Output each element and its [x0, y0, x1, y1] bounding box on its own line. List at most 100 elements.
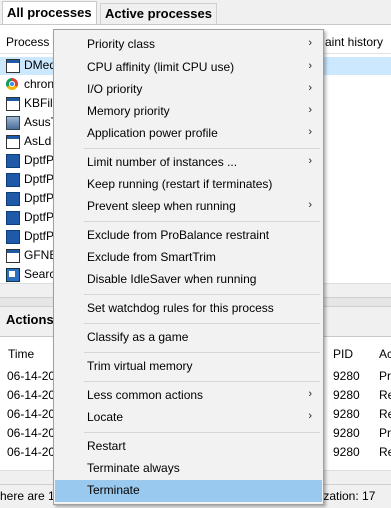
menu-separator	[84, 294, 320, 295]
table-row[interactable]: DptfP	[0, 151, 60, 170]
menu-item-disable-idlesaver[interactable]: Disable IdleSaver when running	[55, 269, 322, 291]
menu-item-locate[interactable]: Locate ›	[55, 407, 322, 429]
menu-separator	[84, 148, 320, 149]
menu-item-cpu-affinity[interactable]: CPU affinity (limit CPU use) ›	[55, 57, 322, 79]
menu-item-terminate-always[interactable]: Terminate always	[55, 458, 322, 480]
menu-item-watchdog-rules[interactable]: Set watchdog rules for this process	[55, 298, 322, 320]
submenu-arrow-icon: ›	[308, 104, 312, 116]
menu-item-restart[interactable]: Restart	[55, 436, 322, 458]
menu-item-label: Less common actions	[87, 388, 204, 402]
menu-item-terminate[interactable]: Terminate	[55, 480, 322, 502]
chrome-icon	[6, 78, 18, 90]
submenu-arrow-icon: ›	[308, 82, 312, 94]
menu-item-less-common-actions[interactable]: Less common actions ›	[55, 385, 322, 407]
process-name: chron	[24, 77, 55, 91]
menu-separator	[84, 381, 320, 382]
submenu-arrow-icon: ›	[308, 155, 312, 167]
menu-item-prevent-sleep[interactable]: Prevent sleep when running ›	[55, 196, 322, 218]
table-row[interactable]: Searc	[0, 265, 60, 284]
menu-item-label: Set watchdog rules for this process	[87, 301, 274, 315]
submenu-arrow-icon: ›	[308, 60, 312, 72]
process-name: DptfP	[24, 153, 55, 167]
process-column-header[interactable]: Process	[6, 35, 49, 49]
menu-item-label: Terminate always	[87, 461, 180, 475]
menu-item-label: Trim virtual memory	[87, 359, 193, 373]
menu-item-label: Exclude from ProBalance restraint	[87, 228, 270, 242]
window-icon	[6, 135, 20, 149]
tab-all-processes[interactable]: All processes	[2, 1, 97, 24]
process-name: DptfP	[24, 191, 55, 205]
submenu-arrow-icon: ›	[308, 410, 312, 422]
menu-item-keep-running[interactable]: Keep running (restart if terminates)	[55, 174, 322, 196]
menu-item-label: I/O priority	[87, 82, 143, 96]
status-text-left: here are 1	[0, 489, 55, 503]
action-time: 06-14-20	[7, 426, 56, 440]
table-row[interactable]: chron	[0, 75, 60, 94]
process-name: DptfP	[24, 172, 55, 186]
menu-item-memory-priority[interactable]: Memory priority ›	[55, 101, 322, 123]
action-pid: 9280	[333, 426, 360, 440]
process-name: AsLd	[24, 134, 52, 148]
action-type: Re	[379, 388, 391, 402]
process-name: DptfP	[24, 210, 55, 224]
blue-square-icon	[6, 154, 20, 168]
action-time: 06-14-20	[7, 445, 56, 459]
menu-item-limit-instances[interactable]: Limit number of instances ... ›	[55, 152, 322, 174]
action-type: Re	[379, 445, 391, 459]
table-row[interactable]: DptfP	[0, 227, 60, 246]
menu-item-label: Prevent sleep when running	[87, 199, 236, 213]
menu-item-label: Exclude from SmartTrim	[87, 250, 216, 264]
menu-item-exclude-smarttrim[interactable]: Exclude from SmartTrim	[55, 247, 322, 269]
process-name: KBFil	[24, 96, 53, 110]
action-column-header[interactable]: Ac	[379, 347, 391, 361]
blue-square-icon	[6, 211, 20, 225]
table-row[interactable]: AsLd	[0, 132, 60, 151]
tab-active-processes[interactable]: Active processes	[100, 3, 217, 24]
asus-icon	[6, 116, 20, 130]
menu-item-label: Disable IdleSaver when running	[87, 272, 257, 286]
action-pid: 9280	[333, 407, 360, 421]
menu-item-trim-virtual-memory[interactable]: Trim virtual memory	[55, 356, 322, 378]
menu-item-label: Application power profile	[87, 126, 218, 140]
table-row[interactable]: DMed	[0, 56, 60, 75]
table-row[interactable]: DptfP	[0, 208, 60, 227]
menu-item-application-power-profile[interactable]: Application power profile ›	[55, 123, 322, 145]
action-type: Re	[379, 407, 391, 421]
table-row[interactable]: AsusT	[0, 113, 60, 132]
time-column-header[interactable]: Time	[8, 347, 34, 361]
menu-item-priority-class[interactable]: Priority class ›	[55, 34, 322, 56]
blue-square-icon	[6, 230, 20, 244]
menu-separator	[84, 323, 320, 324]
pid-column-header[interactable]: PID	[333, 347, 353, 361]
table-row[interactable]: GFNE	[0, 246, 60, 265]
restraint-history-column-header[interactable]: aint history	[325, 35, 383, 49]
menu-item-label: CPU affinity (limit CPU use)	[87, 60, 235, 74]
menu-item-label: Limit number of instances ...	[87, 155, 238, 169]
action-pid: 9280	[333, 388, 360, 402]
window-icon	[6, 59, 20, 73]
context-menu: Priority class › CPU affinity (limit CPU…	[53, 29, 324, 505]
table-row[interactable]: DptfP	[0, 189, 60, 208]
menu-item-classify-game[interactable]: Classify as a game	[55, 327, 322, 349]
menu-item-label: Locate	[87, 410, 124, 424]
menu-item-label: Restart	[87, 439, 126, 453]
actions-title: Actions	[6, 312, 54, 327]
action-time: 06-14-20	[7, 369, 56, 383]
submenu-arrow-icon: ›	[308, 37, 312, 49]
menu-item-label: Classify as a game	[87, 330, 189, 344]
menu-separator	[84, 352, 320, 353]
menu-item-io-priority[interactable]: I/O priority ›	[55, 79, 322, 101]
blue-square-icon	[6, 192, 20, 206]
action-pid: 9280	[333, 369, 360, 383]
process-name: DMed	[24, 58, 57, 72]
action-pid: 9280	[333, 445, 360, 459]
action-time: 06-14-20	[7, 388, 56, 402]
menu-item-label: Memory priority	[87, 104, 170, 118]
table-row[interactable]: DptfP	[0, 170, 60, 189]
submenu-arrow-icon: ›	[308, 388, 312, 400]
process-name: Searc	[24, 267, 56, 281]
table-row[interactable]: KBFil	[0, 94, 60, 113]
menu-item-exclude-probalance[interactable]: Exclude from ProBalance restraint	[55, 225, 322, 247]
menu-separator	[84, 221, 320, 222]
tab-strip: All processes Active processes	[0, 0, 391, 24]
